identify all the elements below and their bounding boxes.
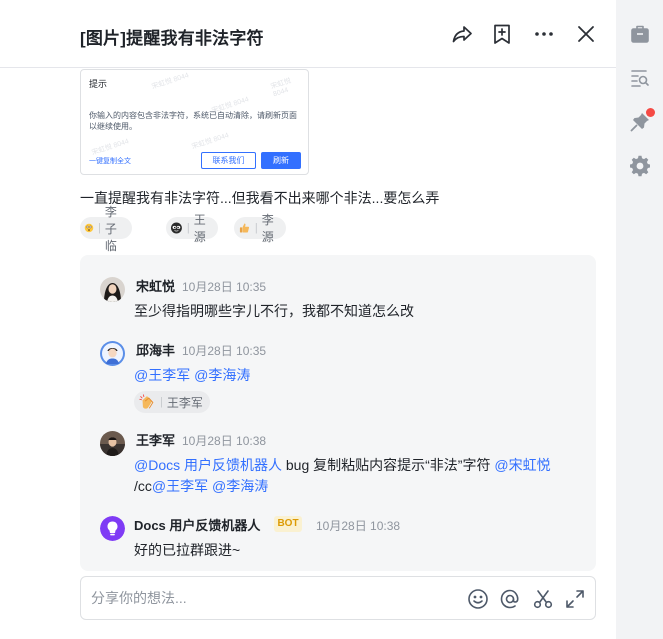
reaction-user: 李源 [261,213,274,244]
reply-text-segment: bug 复制粘贴内容提示“非法”字符 [282,457,495,473]
reply-mentions: @王李军 @李海涛 [134,365,250,385]
screenshot-contact-button: 联系我们 [201,152,256,169]
reaction-chip[interactable]: | 李源 [234,213,286,244]
scissors-icon[interactable] [531,587,555,611]
reaction-user: 王源 [193,213,206,244]
emoji-icon[interactable] [466,587,490,611]
reaction-user: 李子临 [104,204,117,253]
timestamp: 10月28日 10:35 [182,280,267,294]
screenshot-refresh-button: 刷新 [261,152,301,169]
avatar[interactable] [100,277,125,302]
post-text: 一直提醒我有非法字符...但我看不出来哪个非法...要怎么弄 [80,190,440,206]
avatar[interactable] [100,431,125,456]
reaction-chip[interactable]: | 王源 [166,213,218,244]
doc-search-icon[interactable] [628,66,652,90]
mention-link[interactable]: @宋虹悦 [494,457,550,473]
briefcase-icon[interactable] [628,22,652,46]
close-icon[interactable] [574,22,598,46]
reply-text: 至少得指明哪些字儿不行，我都不知道怎么改 [134,303,414,319]
comment-input[interactable] [91,587,451,609]
reaction-user: 王李军 [166,395,203,410]
avatar[interactable] [100,341,125,366]
author-name: 邱海丰 [136,343,176,358]
gear-icon[interactable] [628,154,652,178]
author-name: 王李军 [136,433,176,448]
sunglasses-face-emoji [170,222,182,234]
right-sidebar [616,0,663,639]
screenshot-copy-link: 一键复制全文 [89,158,131,165]
bot-avatar[interactable] [100,516,125,541]
screenshot-body: 你输入的内容包含非法字符，系统已自动清除，请刷新页面以继续使用。 [89,111,297,131]
share-icon[interactable] [450,22,474,46]
mention-link[interactable]: @李海涛 [212,478,268,494]
reply-text: /cc@王李军 @李海涛 [134,476,268,496]
at-icon[interactable] [498,587,522,611]
page-title: [图片]提醒我有非法字符 [80,29,264,48]
author-name: Docs 用户反馈机器人 [134,518,261,533]
thumbs-up-emoji [239,223,250,233]
mention-link[interactable]: @王李军 [152,478,208,494]
mention-link[interactable]: @王李军 [134,367,190,383]
reaction-chip[interactable]: | 李子临 [80,205,132,253]
comment-composer [80,576,596,620]
reply-text: 好的已拉群跟进~ [134,542,241,558]
panel-header: [图片]提醒我有非法字符 [0,0,616,68]
mention-link[interactable]: @Docs 用户反馈机器人 [134,457,282,473]
timestamp: 10月28日 10:38 [182,434,267,448]
bookmark-add-icon[interactable] [490,22,514,46]
reply-text: @Docs 用户反馈机器人 bug 复制粘贴内容提示“非法”字符 @宋虹悦 [134,455,551,475]
reply-text-segment: /cc [134,478,152,494]
screenshot-title: 提示 [89,79,108,89]
clap-emoji [139,394,154,409]
timestamp: 10月28日 10:35 [182,344,267,358]
comment-panel: [图片]提醒我有非法字符 宋虹悦 8044 宋虹悦 8044 宋虹悦 8044 … [0,0,616,639]
expand-icon[interactable] [563,587,587,611]
timestamp: 10月28日 10:38 [316,519,401,533]
more-icon[interactable] [532,22,556,46]
dizzy-face-emoji [84,223,94,233]
reaction-chip[interactable]: | 王李军 [134,391,210,413]
attached-screenshot[interactable]: 宋虹悦 8044 宋虹悦 8044 宋虹悦 8044 宋虹悦 8044 宋虹悦 … [80,69,309,175]
bot-badge: BOT [274,516,302,532]
notification-dot [646,108,655,117]
mention-link[interactable]: @李海涛 [194,367,250,383]
author-name: 宋虹悦 [136,279,176,294]
reply-thread: 宋虹悦 10月28日 10:35 至少得指明哪些字儿不行，我都不知道怎么改 邱海… [80,255,596,571]
